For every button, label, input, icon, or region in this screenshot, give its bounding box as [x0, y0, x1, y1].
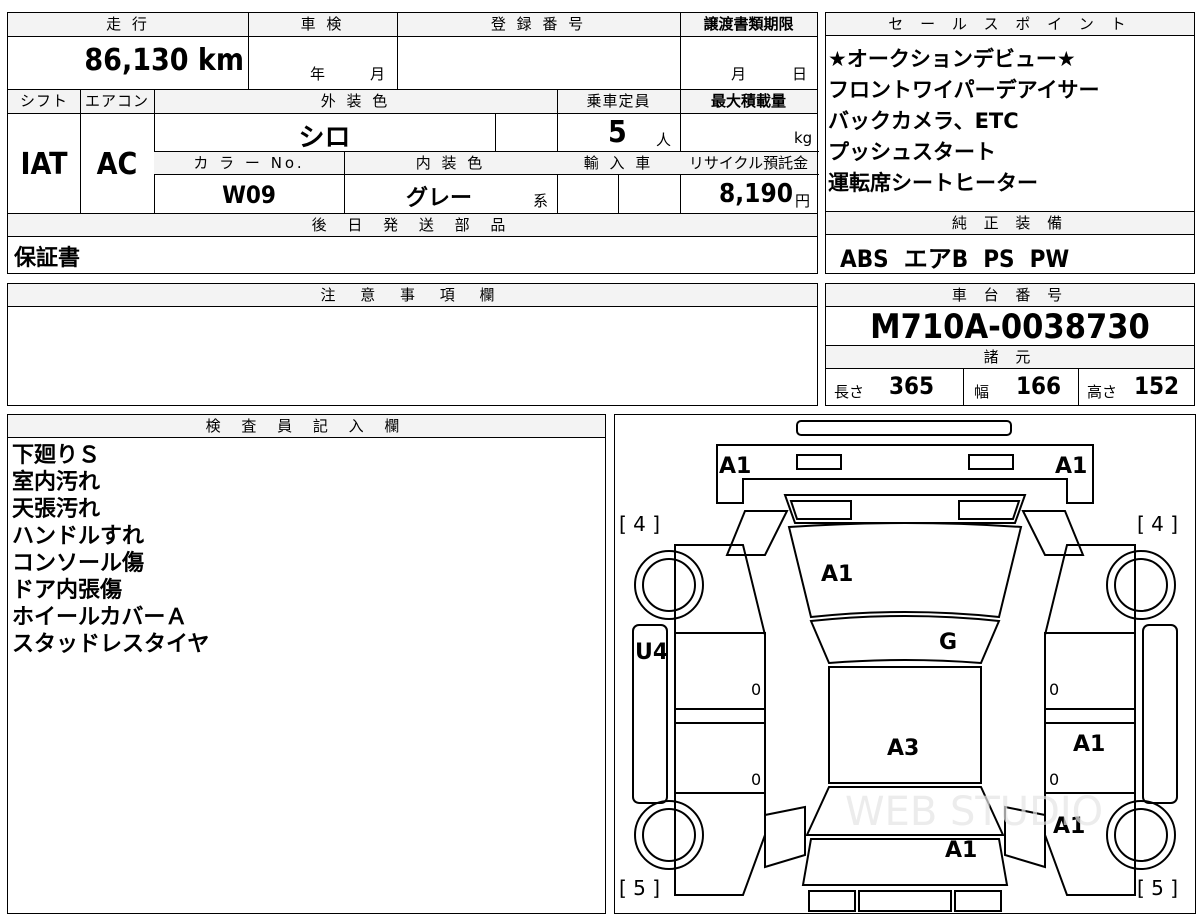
chassis-box: 車 台 番 号 M710A-0038730 諸 元 長さ 365 幅 166 高… — [825, 283, 1195, 406]
genuine-equipment-label: 純 正 装 備 — [826, 212, 1194, 235]
damage-right-rear-door: A1 — [1073, 732, 1105, 757]
mileage-value: 86,130 km — [84, 43, 244, 78]
shift-value: IAT — [20, 147, 68, 182]
vehicle-info-table: 走 行 車 検 登 録 番 号 譲渡書類期限 86,130 km 年 月 月 日… — [7, 12, 819, 274]
door-lf-value: 0 — [751, 680, 761, 699]
length-label: 長さ — [834, 383, 865, 401]
recycle-label: リサイクル預託金 — [680, 152, 817, 174]
sales-point-item: ★オークションデビュー★ — [828, 47, 1076, 71]
damage-left-panel: U4 — [635, 640, 668, 665]
damage-roof: A3 — [887, 736, 919, 761]
door-rf-value: 0 — [1049, 680, 1059, 699]
caution-label: 注 意 事 項 欄 — [8, 284, 817, 307]
import-label: 輸 入 車 — [557, 152, 680, 174]
genuine-equipment-value: ABS エアB PS PW — [840, 245, 1070, 273]
deadline-day: 日 — [792, 65, 808, 83]
ac-value: AC — [96, 147, 138, 182]
height-value: 152 — [1134, 372, 1180, 400]
inspector-note: ハンドルすれ — [12, 524, 145, 549]
sales-points-list: ★オークションデビュー★ フロントワイパーデアイサー バックカメラ、ETC プッ… — [828, 44, 1100, 199]
inspector-note: コンソール傷 — [12, 551, 145, 576]
ac-label: エアコン — [80, 90, 154, 113]
damage-front-right: A1 — [1055, 454, 1087, 479]
color-no-label: カ ラ ー No. — [154, 152, 344, 174]
car-damage-diagram: A1 A1 [ 4 ] [ 4 ] [ 5 ] [ 5 ] A1 G U4 A3… — [619, 420, 1178, 912]
width-value: 166 — [1016, 372, 1062, 400]
capacity-value: 5 — [608, 115, 627, 150]
recycle-unit: 円 — [795, 192, 811, 210]
tire-depth-front-left: [ 4 ] — [619, 512, 660, 536]
inspector-note: スタッドレスタイヤ — [12, 632, 210, 657]
color-no-value: W09 — [222, 181, 276, 209]
inspector-note: ドア内張傷 — [12, 578, 123, 603]
inspector-note: 下廻りＳ — [12, 443, 101, 468]
sales-point-item: バックカメラ、ETC — [828, 109, 1019, 133]
watermark: WEB STUDIO — [845, 789, 1103, 835]
capacity-unit: 人 — [656, 131, 672, 149]
caution-box: 注 意 事 項 欄 — [7, 283, 818, 406]
interior-color-label: 内 装 色 — [344, 152, 557, 174]
inspector-note: 天張汚れ — [12, 497, 101, 522]
exterior-color-label: 外 装 色 — [154, 90, 557, 113]
specs-label: 諸 元 — [826, 346, 1194, 369]
registration-label: 登 録 番 号 — [397, 13, 680, 36]
mileage-label: 走 行 — [8, 13, 248, 36]
tire-depth-rear-right: [ 5 ] — [1137, 876, 1178, 900]
recycle-value: 8,190 — [719, 179, 793, 209]
later-parts-value: 保証書 — [14, 246, 81, 271]
sales-points-label: セ ー ル ス ポ イ ン ト — [826, 13, 1194, 36]
deadline-label: 譲渡書類期限 — [680, 13, 817, 36]
damage-rear: A1 — [945, 838, 977, 863]
tire-depth-rear-left: [ 5 ] — [619, 876, 660, 900]
shift-label: シフト — [8, 90, 80, 113]
shaken-month: 月 — [370, 65, 386, 83]
inspector-label: 検 査 員 記 入 欄 — [8, 415, 605, 438]
tire-depth-front-right: [ 4 ] — [1137, 512, 1178, 536]
chassis-number: M710A-0038730 — [870, 307, 1150, 347]
sales-point-item: フロントワイパーデアイサー — [828, 78, 1100, 102]
width-label: 幅 — [974, 383, 990, 401]
length-value: 365 — [889, 372, 935, 400]
sales-points-box: セ ー ル ス ポ イ ン ト ★オークションデビュー★ フロントワイパーデアイ… — [825, 12, 1195, 274]
chassis-label: 車 台 番 号 — [826, 284, 1194, 307]
inspector-note: ホイールカバーＡ — [12, 605, 188, 630]
interior-color-suffix: 系 — [533, 192, 549, 210]
max-load-unit: kg — [794, 129, 813, 147]
sales-point-item: 運転席シートヒーター — [828, 171, 1038, 195]
door-lr-value: 0 — [751, 770, 761, 789]
capacity-label: 乗車定員 — [557, 90, 680, 113]
max-load-label: 最大積載量 — [680, 90, 817, 113]
damage-front-left: A1 — [719, 454, 751, 479]
sales-point-item: プッシュスタート — [828, 140, 996, 164]
later-parts-label: 後 日 発 送 部 品 — [8, 214, 817, 236]
height-label: 高さ — [1087, 383, 1118, 401]
inspector-notes: 下廻りＳ 室内汚れ 天張汚れ ハンドルすれ コンソール傷 ドア内張傷 ホイールカ… — [12, 442, 209, 658]
damage-hood: A1 — [821, 562, 853, 587]
door-rr-value: 0 — [1049, 770, 1059, 789]
exterior-color-value: シロ — [298, 123, 351, 153]
inspector-note: 室内汚れ — [12, 470, 101, 495]
inspector-box: 検 査 員 記 入 欄 下廻りＳ 室内汚れ 天張汚れ ハンドルすれ コンソール傷… — [7, 414, 606, 914]
shaken-year: 年 — [310, 65, 326, 83]
interior-color-value: グレー — [405, 186, 472, 211]
deadline-month: 月 — [731, 65, 747, 83]
damage-windshield: G — [939, 630, 957, 655]
shaken-label: 車 検 — [248, 13, 397, 36]
vehicle-diagram-box: A1 A1 [ 4 ] [ 4 ] [ 5 ] [ 5 ] A1 G U4 A3… — [614, 414, 1196, 914]
